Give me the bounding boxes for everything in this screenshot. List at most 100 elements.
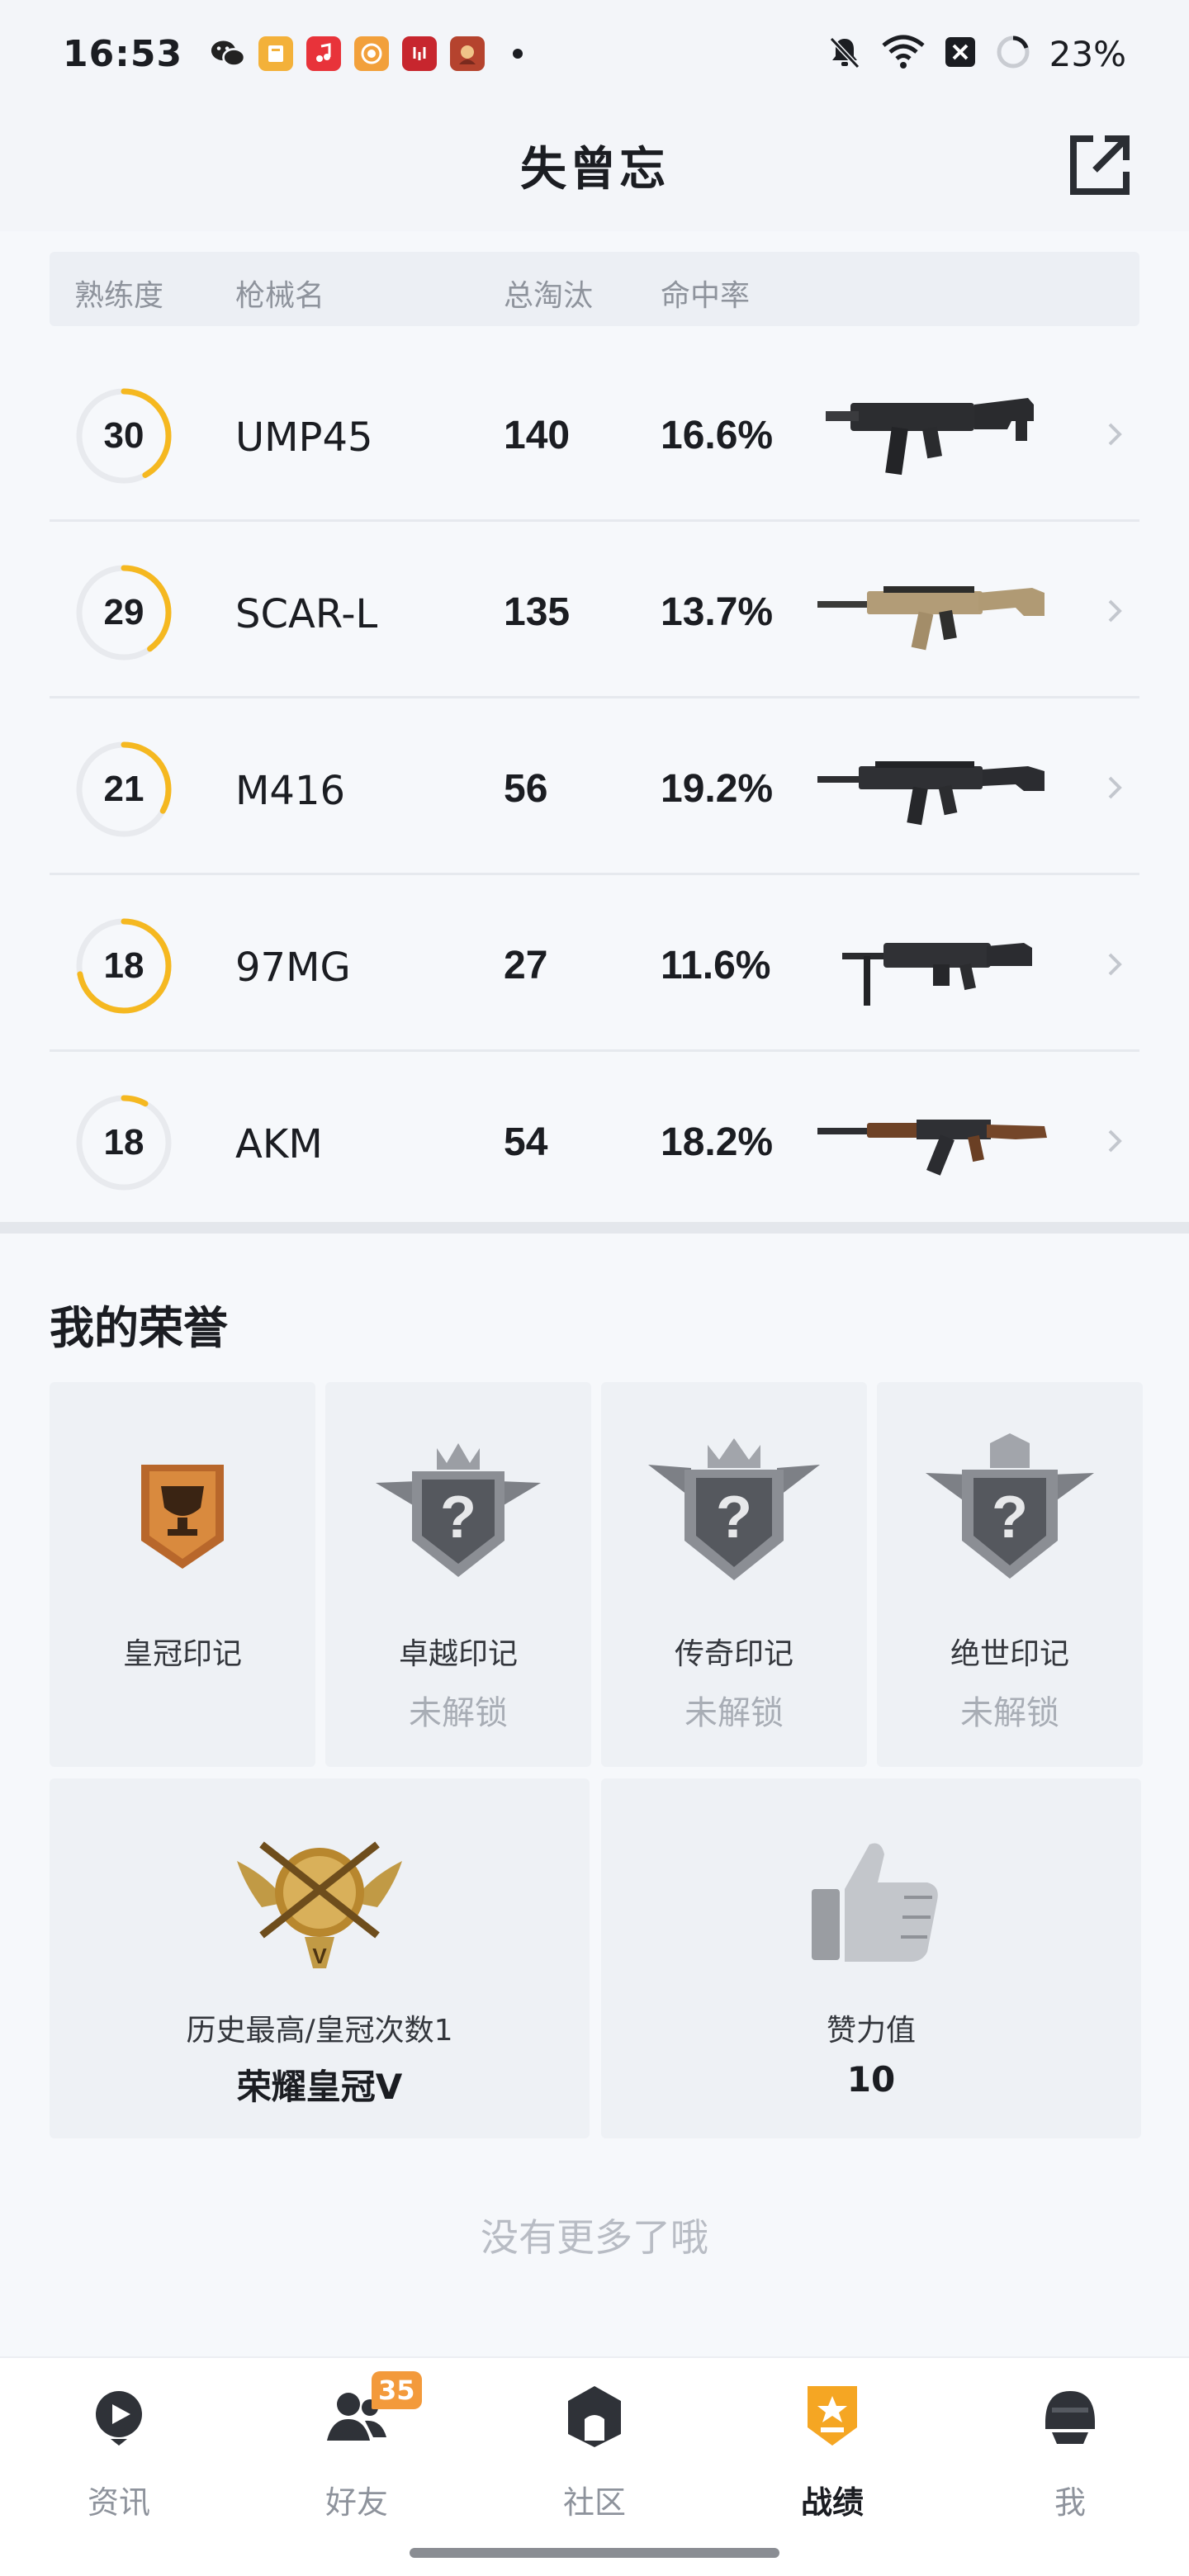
weapon-kills: 54 — [504, 1120, 548, 1164]
proficiency-ring: 18 — [73, 915, 175, 1017]
red-app-icon — [402, 36, 438, 71]
nav-label: 战绩 — [800, 2484, 864, 2521]
chevron-right-icon — [1108, 423, 1122, 446]
bottom-navigation: 资讯 35 好友 社区 战绩 我 — [0, 2356, 1189, 2576]
weapon-row-scar-l[interactable]: 29 SCAR-L 135 13.7% — [50, 523, 1139, 698]
section-divider — [0, 1222, 1189, 1234]
notification-icons — [211, 36, 523, 71]
proficiency-level: 29 — [103, 592, 144, 632]
proficiency-level: 18 — [103, 1122, 144, 1163]
nav-label: 我 — [1054, 2484, 1086, 2521]
wifi-icon — [881, 34, 926, 73]
akm-image — [817, 1120, 1047, 1176]
close-box-icon — [944, 36, 977, 72]
chevron-right-icon — [1108, 953, 1122, 976]
highest-rank-value: 荣耀皇冠V — [236, 2067, 403, 2107]
proficiency-level: 30 — [103, 415, 144, 456]
m416-image — [817, 761, 1045, 826]
badge-name: 传奇印记 — [674, 1637, 793, 1671]
weapon-name: AKM — [235, 1121, 323, 1167]
nav-item-news[interactable]: 资讯 — [0, 2358, 238, 2540]
weapon-row-97mg[interactable]: 18 97MG 27 11.6% — [50, 877, 1139, 1052]
page-title: 失曾忘 — [520, 142, 669, 197]
likes-label: 赞力值 — [826, 2014, 916, 2048]
friends-count-badge: 35 — [372, 2371, 422, 2409]
thumbs-up-icon — [812, 1843, 938, 1962]
home-indicator[interactable] — [410, 2548, 779, 2558]
highest-rank-label: 历史最高/皇冠次数1 — [186, 2014, 453, 2048]
target-icon — [354, 36, 390, 71]
badge-name: 绝世印记 — [950, 1637, 1069, 1671]
weapon-kills: 56 — [504, 767, 548, 811]
badge-status: 未解锁 — [960, 1694, 1059, 1732]
system-icons: 23% — [827, 34, 1126, 74]
more-notifications-dot — [513, 49, 523, 59]
share-button[interactable] — [1060, 125, 1139, 205]
weapon-name: 97MG — [235, 945, 351, 991]
weapon-row-ump45[interactable]: 30 UMP45 140 16.6% — [50, 347, 1139, 522]
nav-item-friends[interactable]: 35 好友 — [238, 2358, 476, 2540]
crown-badge-icon — [141, 1465, 224, 1569]
badge-card-peerless[interactable]: ? 绝世印记 未解锁 — [877, 1382, 1143, 1767]
weapon-hit-rate: 16.6% — [661, 414, 774, 457]
weapon-name: M416 — [235, 768, 346, 814]
locked-badge-icon: ? — [926, 1433, 1094, 1579]
nav-label: 资讯 — [87, 2484, 150, 2521]
weapon-kills: 27 — [504, 944, 548, 987]
badge-card-crown[interactable]: 皇冠印记 — [50, 1382, 315, 1767]
weapon-hit-rate: 13.7% — [661, 590, 774, 634]
community-icon — [568, 2386, 621, 2447]
weapon-hit-rate: 19.2% — [661, 767, 774, 811]
nav-item-profile[interactable]: 我 — [951, 2358, 1189, 2540]
record-icon — [808, 2386, 857, 2446]
highest-rank-card[interactable]: V 历史最高/皇冠次数1 荣耀皇冠V — [50, 1778, 590, 2138]
proficiency-level: 18 — [103, 945, 144, 986]
nav-label: 好友 — [324, 2484, 388, 2521]
likes-value: 10 — [846, 2059, 896, 2100]
likes-card[interactable]: 赞力值 10 — [601, 1778, 1141, 2138]
weapon-row-akm[interactable]: 18 AKM 54 18.2% — [50, 1054, 1139, 1229]
table-header: 熟练度 枪械名 总淘汰 命中率 — [50, 252, 1139, 326]
status-time: 16:53 — [63, 32, 183, 75]
honors-section: 我的荣誉 皇冠印记 ? 卓越印记 未解锁 ? 传奇印记 未解锁 ? 绝世印记 未… — [0, 1234, 1189, 2356]
badge-status: 未解锁 — [409, 1694, 508, 1732]
badge-card-excellence[interactable]: ? 卓越印记 未解锁 — [325, 1382, 591, 1767]
nav-label: 社区 — [562, 2484, 626, 2521]
weapon-hit-rate: 11.6% — [661, 944, 771, 987]
locked-badge-icon: ? — [648, 1438, 820, 1580]
news-icon — [96, 2391, 142, 2446]
nav-item-records[interactable]: 战绩 — [713, 2358, 951, 2540]
column-header-total-kills: 总淘汰 — [504, 279, 594, 313]
proficiency-ring: 21 — [73, 738, 175, 841]
scar-l-image — [817, 586, 1045, 651]
badge-name: 皇冠印记 — [122, 1637, 242, 1671]
status-bar: 16:53 23% — [0, 0, 1189, 107]
proficiency-ring: 30 — [73, 385, 175, 487]
share-icon — [1070, 135, 1130, 195]
ump45-image — [826, 398, 1034, 476]
nav-item-community[interactable]: 社区 — [476, 2358, 713, 2540]
books-icon — [258, 36, 294, 71]
badge-status: 未解锁 — [685, 1694, 784, 1732]
column-header-hit-rate: 命中率 — [661, 279, 751, 313]
music-icon — [306, 36, 342, 71]
page-header: 失曾忘 — [0, 116, 1189, 215]
battery-percent: 23% — [1049, 33, 1126, 74]
end-of-list-text: 没有更多了哦 — [481, 2215, 708, 2260]
weapon-kills: 140 — [504, 414, 571, 457]
mute-icon — [827, 34, 863, 73]
locked-badge-icon: ? — [376, 1443, 541, 1577]
weapon-kills: 135 — [504, 590, 571, 634]
wechat-icon — [211, 36, 246, 71]
crown-rank-emblem-icon: V — [237, 1841, 402, 1968]
honors-title: 我的荣誉 — [50, 1302, 228, 1354]
badge-name: 卓越印记 — [398, 1637, 518, 1671]
column-header-weapon-name: 枪械名 — [235, 279, 325, 313]
chevron-right-icon — [1108, 1129, 1122, 1153]
svg-text:?: ? — [992, 1485, 1028, 1551]
badge-card-legend[interactable]: ? 传奇印记 未解锁 — [601, 1382, 867, 1767]
svg-text:?: ? — [440, 1485, 476, 1551]
97mg-image — [842, 943, 1032, 1006]
chevron-right-icon — [1108, 776, 1122, 799]
weapon-row-m416[interactable]: 21 M416 56 19.2% — [50, 700, 1139, 875]
